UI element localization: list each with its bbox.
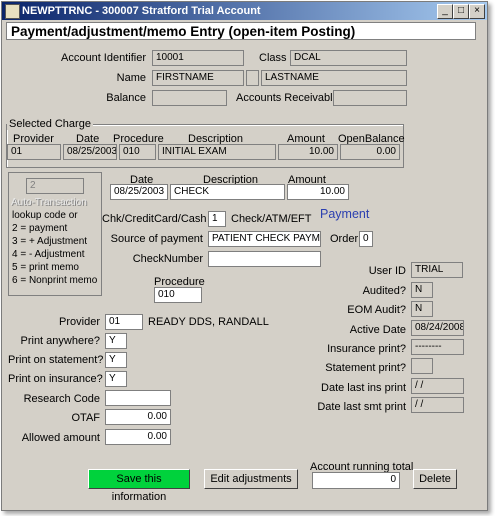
provider-name: READY DDS, RANDALL: [148, 316, 269, 328]
entry-amount-input[interactable]: 10.00: [287, 184, 349, 200]
chk-creditcard-cash-input[interactable]: 1: [208, 211, 226, 227]
edit-adjustments-button[interactable]: Edit adjustments: [204, 469, 298, 489]
checknumber-label: CheckNumber: [132, 253, 203, 265]
auto-transaction-title: Auto-Transaction: [11, 197, 87, 208]
statement-print-label: Statement print?: [325, 362, 406, 374]
date-last-ins-print-label: Date last ins print: [321, 382, 406, 394]
otaf-label: OTAF: [71, 412, 100, 424]
entry-description-input[interactable]: CHECK: [170, 184, 285, 200]
allowed-amount-input[interactable]: 0.00: [105, 429, 171, 445]
save-button[interactable]: Save this information: [88, 469, 190, 503]
minimize-button[interactable]: _: [437, 4, 453, 19]
order-input[interactable]: 0: [359, 231, 373, 247]
charge-procedure-field[interactable]: 010: [119, 144, 156, 160]
source-of-payment-label: Source of payment: [110, 233, 203, 245]
accounts-receivable-label: Accounts Receivable: [236, 92, 339, 104]
print-on-statement-input[interactable]: Y: [105, 352, 127, 368]
balance-label: Balance: [106, 92, 146, 104]
eom-audit-field[interactable]: N: [411, 301, 433, 317]
balance-field[interactable]: [152, 90, 227, 106]
date-last-ins-print-field[interactable]: / /: [411, 378, 464, 394]
statement-print-field[interactable]: [411, 358, 433, 374]
charge-date-field[interactable]: 08/25/2003: [63, 144, 117, 160]
audited-field[interactable]: N: [411, 282, 433, 298]
print-on-insurance-input[interactable]: Y: [105, 371, 127, 387]
delete-button[interactable]: Delete: [413, 469, 457, 489]
transaction-type-label: Payment: [320, 207, 370, 221]
middle-initial-field[interactable]: [246, 70, 259, 86]
source-of-payment-input[interactable]: PATIENT CHECK PAYME: [208, 231, 321, 247]
close-button[interactable]: ×: [469, 4, 485, 19]
print-anywhere-label: Print anywhere?: [20, 335, 101, 347]
auto-transaction-line-5: 5 = print memo: [12, 262, 79, 273]
window-title: NEWPTTRNC - 300007 Stratford Trial Accou…: [22, 5, 261, 17]
auto-transaction-line-4: 4 = - Adjustment: [12, 249, 85, 260]
account-identifier-field[interactable]: 10001: [152, 50, 244, 66]
auto-transaction-line-2: 2 = payment: [12, 223, 68, 234]
charge-provider-field[interactable]: 01: [7, 144, 61, 160]
first-name-field[interactable]: FIRSTNAME: [152, 70, 244, 86]
maximize-button[interactable]: □: [453, 4, 469, 19]
eom-audit-label: EOM Audit?: [347, 304, 406, 316]
selected-charge-title: Selected Charge: [7, 118, 93, 130]
provider-input[interactable]: 01: [105, 314, 143, 330]
user-id-label: User ID: [368, 265, 406, 277]
auto-transaction-line-1: lookup code or: [12, 210, 78, 221]
date-last-smt-print-field[interactable]: / /: [411, 397, 464, 413]
page-title: Payment/adjustment/memo Entry (open-item…: [6, 22, 476, 40]
app-window: NEWPTTRNC - 300007 Stratford Trial Accou…: [1, 1, 488, 511]
auto-transaction-line-6: 6 = Nonprint memo: [12, 275, 98, 286]
auto-transaction-line-3: 3 = + Adjustment: [12, 236, 88, 247]
auto-transaction-field[interactable]: 2: [26, 178, 84, 194]
user-id-field[interactable]: TRIAL: [411, 262, 463, 278]
class-label: Class: [259, 52, 287, 64]
class-field[interactable]: DCAL: [290, 50, 407, 66]
charge-amount-field[interactable]: 10.00: [278, 144, 338, 160]
chk-creditcard-cash-label: Chk/CreditCard/Cash: [102, 213, 207, 225]
running-total-field[interactable]: 0: [312, 472, 400, 489]
print-on-statement-label: Print on statement?: [8, 354, 104, 366]
active-date-label: Active Date: [349, 324, 406, 336]
name-label: Name: [116, 72, 146, 84]
app-icon: [5, 4, 20, 19]
research-code-label: Research Code: [23, 393, 100, 405]
insurance-print-label: Insurance print?: [327, 343, 406, 355]
entry-date-input[interactable]: 08/25/2003: [110, 184, 168, 200]
title-bar[interactable]: NEWPTTRNC - 300007 Stratford Trial Accou…: [2, 2, 487, 20]
account-identifier-label: Account Identifier: [61, 52, 146, 64]
accounts-receivable-field[interactable]: [333, 90, 407, 106]
checknumber-input[interactable]: [208, 251, 321, 267]
insurance-print-field[interactable]: --------: [411, 339, 464, 355]
last-name-field[interactable]: LASTNAME: [261, 70, 407, 86]
provider-label: Provider: [59, 316, 100, 328]
procedure-input[interactable]: 010: [154, 287, 202, 303]
print-on-insurance-label: Print on insurance?: [8, 373, 103, 385]
otaf-input[interactable]: 0.00: [105, 409, 171, 425]
charge-open-balance-field[interactable]: 0.00: [340, 144, 400, 160]
allowed-amount-label: Allowed amount: [21, 432, 100, 444]
active-date-field[interactable]: 08/24/2008: [411, 320, 464, 336]
charge-description-field[interactable]: INITIAL EXAM: [158, 144, 276, 160]
order-label: Order: [330, 233, 359, 245]
date-last-smt-print-label: Date last smt print: [317, 401, 406, 413]
chk-type-description: Check/ATM/EFT: [231, 213, 312, 225]
print-anywhere-input[interactable]: Y: [105, 333, 127, 349]
research-code-input[interactable]: [105, 390, 171, 406]
audited-label: Audited?: [362, 285, 406, 297]
